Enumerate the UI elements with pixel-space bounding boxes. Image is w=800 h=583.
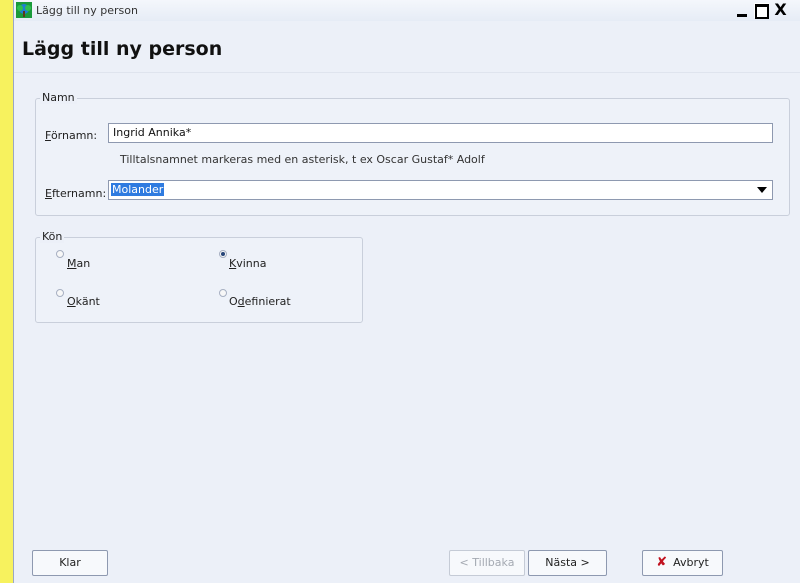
radio-odefinierat-label[interactable]: Odefinierat	[229, 295, 291, 308]
fornamn-label: Förnamn:	[45, 129, 98, 142]
window-title: Lägg till ny person	[36, 4, 138, 17]
radio-okant[interactable]	[56, 289, 64, 297]
kon-group: Kön Man Kvinna Okänt Odefinierat	[35, 230, 363, 323]
klar-button[interactable]: Klar	[32, 550, 108, 576]
dialog-window: Lägg till ny person X Lägg till ny perso…	[13, 0, 800, 583]
namn-group: Namn Förnamn: Ingrid Annika* Tilltalsnam…	[35, 91, 790, 216]
title-bar: Lägg till ny person X	[14, 0, 800, 21]
radio-man-label[interactable]: Man	[67, 257, 90, 270]
minimize-button[interactable]	[735, 3, 750, 18]
efternamn-label: Efternamn:	[45, 187, 107, 200]
kon-group-label: Kön	[40, 230, 65, 243]
family-tree-app-icon	[16, 2, 32, 18]
radio-kvinna[interactable]	[219, 250, 227, 258]
radio-okant-label[interactable]: Okänt	[67, 295, 100, 308]
efternamn-value: Molander	[111, 183, 165, 196]
tilltalsnamn-hint: Tilltalsnamnet markeras med en asterisk,…	[120, 153, 485, 166]
radio-man[interactable]	[56, 250, 64, 258]
header-divider	[14, 72, 800, 73]
fornamn-input[interactable]: Ingrid Annika*	[108, 123, 773, 143]
page-heading: Lägg till ny person	[22, 38, 223, 60]
efternamn-dropdown-arrow-icon[interactable]	[753, 181, 772, 199]
maximize-button[interactable]	[754, 3, 769, 19]
efternamn-combobox[interactable]: Molander	[108, 180, 773, 200]
radio-odefinierat[interactable]	[219, 289, 227, 297]
cancel-x-icon: ✘	[656, 555, 668, 570]
avbryt-button[interactable]: ✘ Avbryt	[642, 550, 723, 576]
namn-group-label: Namn	[40, 91, 77, 104]
radio-kvinna-label[interactable]: Kvinna	[229, 257, 266, 270]
nasta-button[interactable]: Nästa >	[528, 550, 607, 576]
tillbaka-button[interactable]: < Tillbaka	[449, 550, 525, 576]
close-button[interactable]: X	[773, 2, 788, 18]
